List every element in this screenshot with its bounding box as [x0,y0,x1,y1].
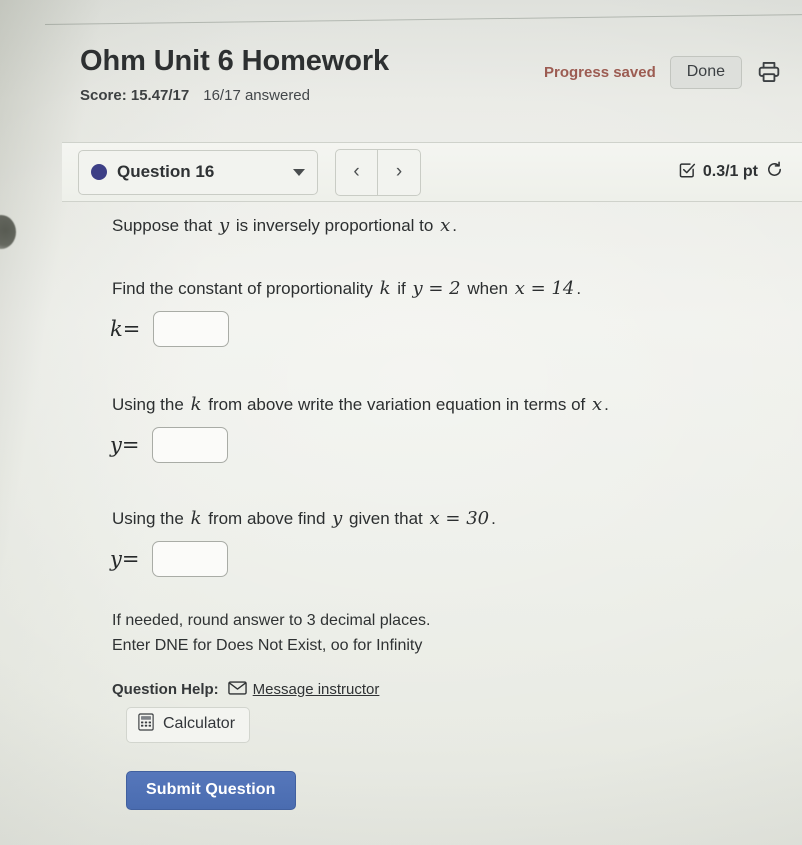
page-title: Ohm Unit 6 Homework [80,45,390,77]
rounding-note: If needed, round answer to 3 decimal pla… [112,612,431,629]
part3-answer-label: y= [110,547,139,571]
part1-prompt: Find the constant of proportionality k i… [112,275,782,302]
done-button[interactable]: Done [669,56,742,89]
message-instructor-label: Message instructor [252,681,380,699]
part3-answer-row: y= [110,541,782,577]
part1-eq-x: x = 14 [514,278,575,299]
question-nav-group: ‹ › [335,148,421,196]
progress-saved-status: Progress saved [544,63,656,81]
question-toolbar: Question 16 ‹ › 0.3/1 pt [62,142,802,202]
part2-var-k: k [190,394,202,415]
part3-eq-x: x = 30 [429,508,490,529]
part2-period: . [604,395,609,414]
question-intro: Suppose that y is inversely proportional… [112,212,782,239]
next-question-button[interactable]: › [378,150,420,195]
part2-pre: Using the [112,395,184,414]
part1-when: when [467,279,508,298]
printer-icon[interactable] [756,59,782,85]
title-block: Ohm Unit 6 Homework Score: 15.47/17 16/17… [80,45,544,105]
part3-mid: from above find [208,509,326,528]
part3-answer-input[interactable] [152,541,229,577]
part1-lhs-eq: = [122,317,141,341]
answered-label: 16/17 answered [203,87,310,105]
part1-lhs-var: k [110,317,123,341]
chevron-down-icon [293,168,305,176]
part2-var-x: x [591,394,603,415]
part1-answer-row: k= [110,311,782,347]
intro-var-x: x [440,215,451,236]
part1-mid: if [397,279,406,298]
message-instructor-link[interactable]: Message instructor [227,680,380,699]
part3-period: . [491,509,496,528]
part3-lhs-eq: = [121,547,140,571]
points-label: 0.3/1 pt [702,163,758,180]
envelope-icon [227,680,247,699]
question-body: Suppose that y is inversely proportional… [0,212,802,810]
part3-lhs-var: y [110,547,122,571]
part2-answer-label: y= [110,433,139,457]
part1-answer-input[interactable] [153,311,230,347]
part2-answer-input[interactable] [152,427,229,463]
part3-mid2: given that [349,509,423,528]
question-help-label: Question Help: [112,681,219,699]
question-status-dot [91,164,107,180]
part3-prompt: Using the k from above find y given that… [112,505,782,532]
check-square-icon [678,161,696,184]
part3-var-k: k [190,508,202,529]
part2-mid: from above write the variation equation … [208,395,586,414]
page-header: Ohm Unit 6 Homework Score: 15.47/17 16/17… [0,46,802,104]
part2-answer-row: y= [110,427,782,463]
part1-pre: Find the constant of proportionality [112,279,373,298]
part3-pre: Using the [112,509,184,528]
part1-answer-label: k= [110,317,140,341]
score-label: Score: 15.47/17 [80,87,190,105]
previous-question-button[interactable]: ‹ [336,149,378,195]
part2-lhs-var: y [110,433,122,457]
submit-question-button[interactable]: Submit Question [126,770,296,810]
question-selector-label: Question 16 [117,162,215,181]
homework-page: Ohm Unit 6 Homework Score: 15.47/17 16/17… [0,0,802,845]
calculator-button[interactable]: Calculator [126,706,251,743]
part2-prompt: Using the k from above write the variati… [112,391,782,418]
question-selector[interactable]: Question 16 [78,149,318,195]
intro-pre: Suppose that [112,216,213,235]
intro-period: . [452,216,457,235]
part3-var-y: y [332,508,343,529]
intro-mid: is inversely proportional to [235,216,434,235]
retry-icon[interactable] [765,160,784,184]
part2-lhs-eq: = [121,433,140,457]
part1-eq-y: y = 2 [412,278,461,299]
points-group: 0.3/1 pt [678,160,784,184]
intro-var-y: y [218,215,230,236]
calculator-label: Calculator [163,715,236,733]
part1-period: . [576,279,582,298]
calculator-icon [138,713,154,736]
header-actions: Progress saved Done [544,56,782,89]
question-help-row: Question Help: Message instructor [112,680,782,699]
special-values-note: Enter DNE for Does Not Exist, oo for Inf… [112,636,423,654]
submit-wrapper: Submit Question [126,770,782,810]
part1-var-k: k [379,278,391,299]
score-line: Score: 15.47/17 16/17 answered [80,87,544,104]
